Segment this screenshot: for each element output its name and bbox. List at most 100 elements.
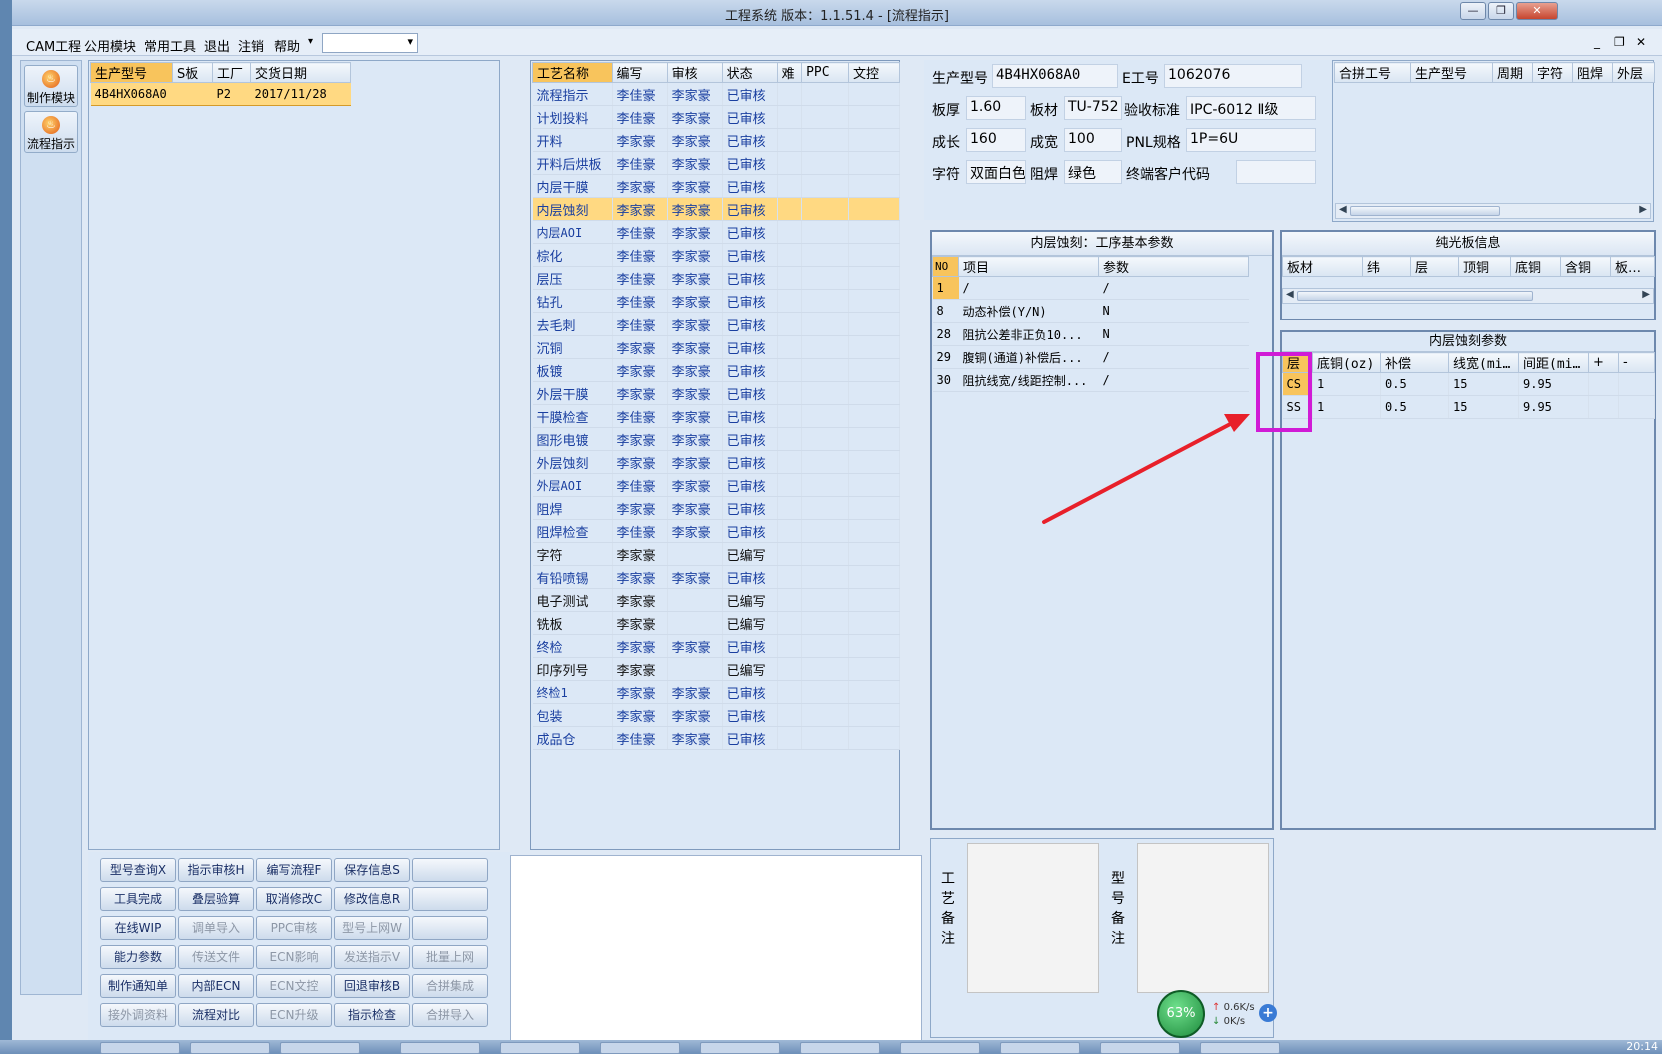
col-writer[interactable]: 编写	[611, 62, 668, 83]
scroll-right-icon[interactable]: ▶	[1642, 289, 1650, 300]
col-weft[interactable]: 纬	[1362, 256, 1411, 277]
table-row[interactable]: 干膜检查 李佳豪 李家豪 已审核	[532, 404, 900, 428]
restore-button[interactable]: ❐	[1488, 2, 1514, 20]
table-row[interactable]: 沉铜 李家豪 李家豪 已审核	[532, 335, 900, 359]
table-row[interactable]: 计划投料 李佳豪 李家豪 已审核	[532, 105, 900, 129]
action-button-4-1[interactable]: 内部ECN	[178, 974, 254, 998]
col-status[interactable]: 状态	[721, 62, 778, 83]
taskbar-item[interactable]	[500, 1042, 580, 1054]
col-factory[interactable]: 工厂	[212, 62, 251, 83]
add-layer-button[interactable]: +	[1588, 352, 1619, 373]
menu-help[interactable]: 帮助	[274, 36, 300, 55]
action-button-1-0[interactable]: 工具完成	[100, 887, 176, 911]
flow-indicate-button[interactable]: ♨ 流程指示	[24, 111, 78, 153]
action-button-1-3[interactable]: 修改信息R	[334, 887, 410, 911]
action-button-1-4[interactable]	[412, 887, 488, 911]
scroll-thumb[interactable]	[1350, 206, 1500, 216]
mdi-restore-button[interactable]: ❐	[1614, 35, 1625, 49]
craft-remark-input[interactable]	[967, 843, 1099, 993]
menu-common-module[interactable]: 公用模块	[84, 36, 136, 55]
table-row[interactable]: 1//	[932, 276, 1249, 300]
scroll-left-icon[interactable]: ◀	[1339, 204, 1347, 215]
action-button-0-3[interactable]: 保存信息S	[334, 858, 410, 882]
action-button-4-0[interactable]: 制作通知单	[100, 974, 176, 998]
table-row[interactable]: 内层AOI 李佳豪 李家豪 已审核	[532, 220, 900, 244]
col-with-copper[interactable]: 含铜	[1560, 256, 1611, 277]
menu-cam[interactable]: CAM工程	[26, 36, 81, 55]
col-model[interactable]: 生产型号	[90, 62, 173, 83]
action-button-5-0[interactable]: 接外调资料	[100, 1003, 176, 1027]
col-compensation[interactable]: 补偿	[1380, 352, 1449, 373]
width-field[interactable]: 100	[1064, 128, 1122, 152]
merge-scrollbar[interactable]: ◀ ▶	[1335, 203, 1651, 219]
col-merge-no[interactable]: 合拼工号	[1334, 62, 1411, 83]
taskbar-item[interactable]	[700, 1042, 780, 1054]
table-row[interactable]: 8 动态补偿(Y/N) N	[932, 299, 1249, 323]
taskbar-item[interactable]	[1000, 1042, 1080, 1054]
table-row[interactable]: 成品仓 李佳豪 李家豪 已审核	[532, 726, 900, 750]
taskbar-item[interactable]	[1100, 1042, 1180, 1054]
action-button-1-1[interactable]: 叠层验算	[178, 887, 254, 911]
col-mask[interactable]: 阻焊	[1572, 62, 1613, 83]
action-button-4-4[interactable]: 合拼集成	[412, 974, 488, 998]
col-outer[interactable]: 外层	[1612, 62, 1655, 83]
close-button[interactable]: ✕	[1516, 2, 1558, 20]
action-button-2-3[interactable]: 型号上网W	[334, 916, 410, 940]
action-button-3-2[interactable]: ECN影响	[256, 945, 332, 969]
taskbar-item[interactable]	[600, 1042, 680, 1054]
table-row[interactable]: 板镀 李家豪 李家豪 已审核	[532, 358, 900, 382]
table-row[interactable]: 29 腹铜(通道)补偿后... /	[932, 345, 1249, 369]
table-row[interactable]: 字符 李家豪 已编写	[532, 542, 900, 566]
action-button-3-0[interactable]: 能力参数	[100, 945, 176, 969]
material-field[interactable]: TU-752	[1064, 96, 1122, 120]
table-row[interactable]: 28 阻抗公差非正负10... N	[932, 322, 1249, 346]
col-doc-control[interactable]: 文控	[848, 62, 900, 83]
action-button-3-1[interactable]: 传送文件	[178, 945, 254, 969]
action-button-0-4[interactable]	[412, 858, 488, 882]
customer-code-field[interactable]	[1236, 160, 1316, 184]
table-row[interactable]: CS 1 0.5 15 9.95	[1282, 372, 1655, 396]
length-field[interactable]: 160	[966, 128, 1026, 152]
table-row[interactable]: 有铅喷锡 李家豪 李家豪 已审核	[532, 565, 900, 589]
table-row[interactable]: 内层干膜 李家豪 李家豪 已审核	[532, 174, 900, 198]
standard-field[interactable]: IPC-6012 Ⅱ级	[1186, 96, 1316, 120]
action-button-2-0[interactable]: 在线WIP	[100, 916, 176, 940]
col-merge-model[interactable]: 生产型号	[1410, 62, 1493, 83]
table-row[interactable]: 外层干膜 李家豪 李家豪 已审核	[532, 381, 900, 405]
menu-exit[interactable]: 退出	[204, 36, 230, 55]
thickness-field[interactable]: 1.60	[966, 96, 1026, 120]
col-bottom-copper[interactable]: 底铜	[1510, 256, 1561, 277]
taskbar-item[interactable]	[100, 1042, 180, 1054]
mdi-close-button[interactable]: ✕	[1636, 35, 1646, 49]
table-row[interactable]: SS 1 0.5 15 9.95	[1282, 395, 1655, 419]
mask-field[interactable]: 绿色	[1064, 160, 1122, 184]
taskbar-item[interactable]	[1200, 1042, 1280, 1054]
scroll-left-icon[interactable]: ◀	[1286, 289, 1294, 300]
col-period[interactable]: 周期	[1492, 62, 1533, 83]
col-spacing[interactable]: 间距(mil)	[1518, 352, 1589, 373]
table-row[interactable]: 印序列号 李家豪 已编写	[532, 657, 900, 681]
col-layer[interactable]: 层	[1410, 256, 1459, 277]
table-row[interactable]: 开料后烘板 李佳豪 李家豪 已审核	[532, 151, 900, 175]
col-process-name[interactable]: 工艺名称	[532, 62, 613, 83]
action-button-5-3[interactable]: 指示检查	[334, 1003, 410, 1027]
table-row[interactable]: 包装 李家豪 李家豪 已审核	[532, 703, 900, 727]
col-line-width[interactable]: 线宽(mil)	[1448, 352, 1519, 373]
table-row[interactable]: 终检 李家豪 李家豪 已审核	[532, 634, 900, 658]
col-reviewer[interactable]: 审核	[666, 62, 723, 83]
model-field[interactable]: 4B4HX068A0	[992, 64, 1118, 88]
remove-layer-button[interactable]: -	[1618, 352, 1655, 373]
table-row[interactable]: 阻焊 李家豪 李家豪 已审核	[532, 496, 900, 520]
table-row[interactable]: 4B4HX068A0 P2 2017/11/28	[90, 82, 351, 106]
col-delivery-date[interactable]: 交货日期	[250, 62, 351, 83]
table-row[interactable]: 阻焊检查 李佳豪 李家豪 已审核	[532, 519, 900, 543]
col-ppc[interactable]: PPC	[801, 62, 849, 83]
table-row[interactable]: 层压 李佳豪 李家豪 已审核	[532, 266, 900, 290]
mdi-minimize-button[interactable]: _	[1594, 35, 1600, 49]
table-row[interactable]: 内层蚀刻 李家豪 李家豪 已审核	[532, 197, 900, 221]
taskbar-item[interactable]	[280, 1042, 360, 1054]
action-button-2-2[interactable]: PPC审核	[256, 916, 332, 940]
taskbar-item[interactable]	[900, 1042, 980, 1054]
action-button-5-1[interactable]: 流程对比	[178, 1003, 254, 1027]
action-button-4-3[interactable]: 回退审核B	[334, 974, 410, 998]
